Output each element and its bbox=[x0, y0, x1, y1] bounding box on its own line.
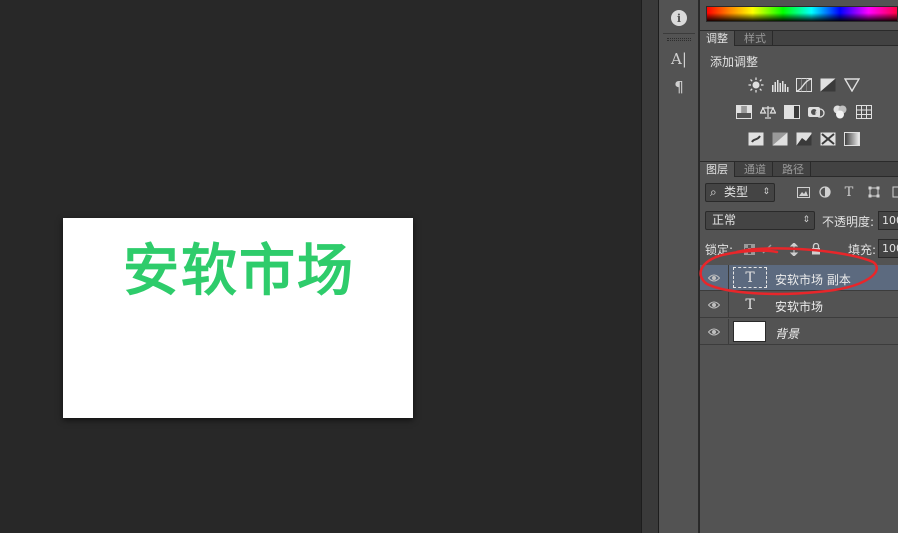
tab-styles[interactable]: 样式 bbox=[738, 31, 773, 46]
filter-kind-label: 类型 bbox=[724, 185, 749, 199]
tab-channels[interactable]: 通道 bbox=[738, 162, 773, 177]
black-white-icon[interactable] bbox=[783, 104, 801, 120]
blend-mode-select[interactable]: 正常 ⇕ bbox=[705, 211, 815, 230]
info-icon: i bbox=[671, 10, 687, 26]
visibility-toggle[interactable] bbox=[700, 265, 729, 290]
character-panel-button[interactable]: A| bbox=[667, 48, 691, 70]
text-layer-thumbnail: T bbox=[745, 296, 755, 313]
adjustments-tabbar: 调整 样式 bbox=[700, 30, 898, 46]
layers-tabbar: 图层 通道 路径 bbox=[700, 161, 898, 177]
threshold-icon[interactable] bbox=[795, 131, 813, 147]
curves-icon[interactable] bbox=[795, 77, 813, 93]
background-layer-thumbnail bbox=[733, 321, 766, 342]
visibility-toggle[interactable] bbox=[700, 292, 729, 317]
eye-icon bbox=[708, 301, 720, 309]
layer-row[interactable]: 背景 bbox=[700, 319, 898, 345]
filter-adjustment-icon[interactable] bbox=[816, 184, 834, 200]
levels-icon[interactable] bbox=[771, 77, 789, 93]
color-panel bbox=[700, 0, 898, 30]
eye-icon bbox=[708, 328, 720, 336]
paragraph-icon: ¶ bbox=[674, 78, 684, 96]
canvas-text-layer[interactable]: 安软市场 bbox=[123, 240, 355, 304]
layer-row[interactable]: T 安软市场 副本 bbox=[700, 265, 898, 291]
photo-filter-icon[interactable] bbox=[807, 104, 825, 120]
blend-mode-value: 正常 bbox=[712, 213, 737, 227]
selective-color-icon[interactable] bbox=[819, 131, 837, 147]
panel-separator bbox=[663, 33, 695, 34]
text-layer-thumbnail: T bbox=[733, 267, 767, 288]
panel-collapse-gutter[interactable] bbox=[641, 0, 659, 533]
fill-input[interactable]: 100 bbox=[878, 239, 898, 258]
layer-filter-select[interactable]: ⌕ 类型 ⇕ bbox=[705, 183, 775, 202]
channel-mixer-icon[interactable] bbox=[831, 104, 849, 120]
invert-icon[interactable] bbox=[747, 131, 765, 147]
hue-saturation-icon[interactable] bbox=[735, 104, 753, 120]
layer-row[interactable]: T 安软市场 bbox=[700, 292, 898, 318]
panel-grip[interactable] bbox=[667, 38, 691, 41]
fill-label: 填充: bbox=[848, 243, 877, 257]
lock-transparent-icon[interactable] bbox=[740, 241, 758, 257]
lock-label: 锁定: bbox=[705, 243, 734, 257]
panel-dock: 调整 样式 添加调整 图层 通道 路径 ⌕ 类型 ⇕ T 正常 ⇕ 不透明度: … bbox=[700, 0, 898, 533]
updown-arrow-icon: ⇕ bbox=[762, 187, 770, 197]
filter-pixel-icon[interactable] bbox=[794, 184, 812, 200]
search-icon: ⌕ bbox=[710, 185, 717, 199]
layer-name[interactable]: 安软市场 副本 bbox=[775, 271, 851, 288]
filter-type-icon[interactable]: T bbox=[840, 184, 858, 200]
layer-name[interactable]: 安软市场 bbox=[775, 298, 823, 315]
tab-layers[interactable]: 图层 bbox=[700, 162, 735, 177]
layer-name[interactable]: 背景 bbox=[775, 325, 799, 342]
color-lookup-icon[interactable] bbox=[855, 104, 873, 120]
tab-paths[interactable]: 路径 bbox=[776, 162, 811, 177]
lock-position-icon[interactable] bbox=[785, 241, 803, 257]
opacity-input[interactable]: 100 bbox=[878, 211, 898, 230]
paragraph-panel-button[interactable]: ¶ bbox=[667, 76, 691, 98]
brightness-contrast-icon[interactable] bbox=[747, 77, 765, 93]
opacity-label: 不透明度: bbox=[822, 215, 875, 229]
tab-adjustments[interactable]: 调整 bbox=[700, 31, 735, 46]
document-canvas[interactable]: 安软市场 bbox=[63, 218, 413, 418]
filter-smart-object-icon[interactable] bbox=[888, 184, 898, 200]
filter-shape-icon[interactable] bbox=[865, 184, 883, 200]
lock-image-pixels-icon[interactable] bbox=[758, 241, 776, 257]
updown-arrow-icon: ⇕ bbox=[802, 215, 810, 225]
collapsed-panel-bar: i A| ¶ bbox=[659, 0, 699, 533]
vibrance-icon[interactable] bbox=[843, 77, 861, 93]
info-panel-button[interactable]: i bbox=[667, 7, 691, 29]
color-balance-icon[interactable] bbox=[759, 104, 777, 120]
character-icon: A| bbox=[671, 50, 687, 68]
gradient-map-icon[interactable] bbox=[843, 131, 861, 147]
color-spectrum[interactable] bbox=[706, 6, 898, 22]
exposure-icon[interactable] bbox=[819, 77, 837, 93]
document-workspace[interactable]: 安软市场 bbox=[0, 0, 641, 533]
lock-all-icon[interactable] bbox=[807, 241, 825, 257]
add-adjustment-title: 添加调整 bbox=[710, 55, 759, 69]
visibility-toggle[interactable] bbox=[700, 319, 729, 344]
eye-icon bbox=[708, 274, 720, 282]
posterize-icon[interactable] bbox=[771, 131, 789, 147]
